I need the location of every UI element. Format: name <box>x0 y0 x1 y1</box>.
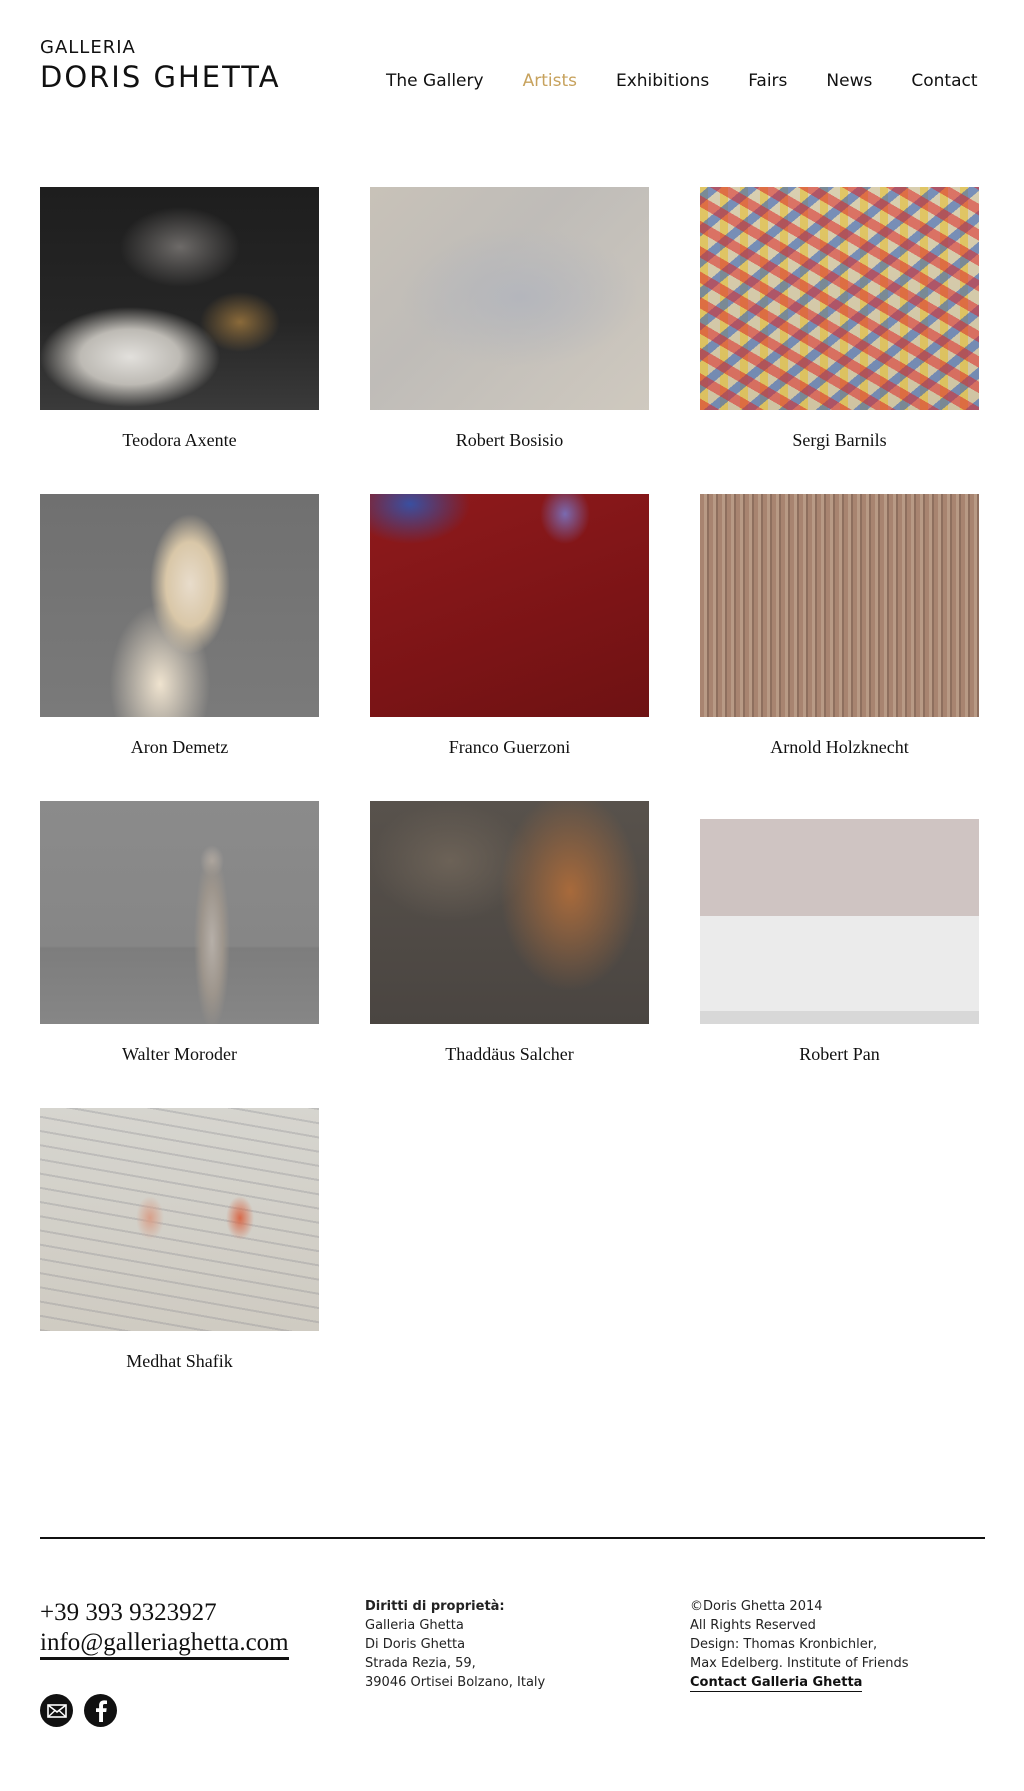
artist-card-walter-moroder[interactable]: Walter Moroder <box>40 801 319 1066</box>
artist-name[interactable]: Walter Moroder <box>40 1042 319 1066</box>
artwork-thumbnail[interactable] <box>700 187 979 410</box>
artwork-thumbnail[interactable] <box>700 801 979 1024</box>
artist-name[interactable]: Medhat Shafik <box>40 1349 319 1373</box>
artist-card-thaddaus-salcher[interactable]: Thaddäus Salcher <box>370 801 649 1066</box>
artist-card-arnold-holzknecht[interactable]: Arnold Holzknecht <box>700 494 979 759</box>
artist-grid: Teodora Axente Robert Bosisio Sergi Barn… <box>40 187 980 1373</box>
main-nav: The Gallery Artists Exhibitions Fairs Ne… <box>386 70 978 92</box>
artwork-thumbnail[interactable] <box>370 801 649 1024</box>
artist-card-franco-guerzoni[interactable]: Franco Guerzoni <box>370 494 649 759</box>
artist-card-aron-demetz[interactable]: Aron Demetz <box>40 494 319 759</box>
artist-card-robert-pan[interactable]: Robert Pan <box>700 801 979 1066</box>
artwork-thumbnail[interactable] <box>40 801 319 1024</box>
artist-name[interactable]: Franco Guerzoni <box>370 735 649 759</box>
copyright-text: ©Doris Ghetta 2014 <box>690 1599 823 1614</box>
artist-card-robert-bosisio[interactable]: Robert Bosisio <box>370 187 649 452</box>
artwork-thumbnail[interactable] <box>40 494 319 717</box>
ownership-line: Strada Rezia, 59, <box>365 1656 476 1671</box>
logo-big-text: DORIS GHETTA <box>40 60 281 94</box>
artist-name[interactable]: Robert Pan <box>700 1042 979 1066</box>
design-credit: Max Edelberg. Institute of Friends <box>690 1656 909 1671</box>
rights-text: All Rights Reserved <box>690 1618 816 1633</box>
footer-ownership: Diritti di proprietà: Galleria Ghetta Di… <box>365 1597 655 1692</box>
artist-card-sergi-barnils[interactable]: Sergi Barnils <box>700 187 979 452</box>
artist-name[interactable]: Sergi Barnils <box>700 428 979 452</box>
artwork-thumbnail[interactable] <box>40 187 319 410</box>
artist-name[interactable]: Thaddäus Salcher <box>370 1042 649 1066</box>
logo-small-text: GALLERIA <box>40 37 136 58</box>
nav-item-exhibitions[interactable]: Exhibitions <box>616 70 709 92</box>
artwork-thumbnail[interactable] <box>40 1108 319 1331</box>
artist-name[interactable]: Teodora Axente <box>40 428 319 452</box>
artist-name[interactable]: Aron Demetz <box>40 735 319 759</box>
contact-gallery-link[interactable]: Contact Galleria Ghetta <box>690 1674 863 1692</box>
design-credit: Design: Thomas Kronbichler, <box>690 1637 878 1652</box>
facebook-icon[interactable] <box>84 1694 117 1727</box>
email-link[interactable]: info@galleriaghetta.com <box>40 1629 289 1660</box>
ownership-line: Di Doris Ghetta <box>365 1637 466 1652</box>
footer-credits: ©Doris Ghetta 2014 All Rights Reserved D… <box>690 1597 990 1692</box>
artist-card-teodora-axente[interactable]: Teodora Axente <box>40 187 319 452</box>
artist-card-medhat-shafik[interactable]: Medhat Shafik <box>40 1108 319 1373</box>
footer-contact: +39 393 9323927 info@galleriaghetta.com <box>40 1597 340 1727</box>
gallery-logo[interactable]: GALLERIA DORIS GHETTA <box>40 37 281 95</box>
phone-number: +39 393 9323927 <box>40 1599 217 1626</box>
social-links <box>40 1694 340 1727</box>
nav-item-contact[interactable]: Contact <box>911 70 977 92</box>
ownership-line: Galleria Ghetta <box>365 1618 464 1633</box>
ownership-line: 39046 Ortisei Bolzano, Italy <box>365 1675 546 1690</box>
artwork-thumbnail[interactable] <box>370 494 649 717</box>
nav-item-fairs[interactable]: Fairs <box>748 70 787 92</box>
artwork-thumbnail[interactable] <box>700 494 979 717</box>
nav-item-the-gallery[interactable]: The Gallery <box>386 70 484 92</box>
artist-name[interactable]: Arnold Holzknecht <box>700 735 979 759</box>
footer-divider <box>40 1537 985 1539</box>
nav-item-artists[interactable]: Artists <box>523 70 577 92</box>
ownership-heading: Diritti di proprietà: <box>365 1599 505 1614</box>
nav-item-news[interactable]: News <box>826 70 872 92</box>
artwork-thumbnail[interactable] <box>370 187 649 410</box>
artist-name[interactable]: Robert Bosisio <box>370 428 649 452</box>
mail-icon[interactable] <box>40 1694 73 1727</box>
